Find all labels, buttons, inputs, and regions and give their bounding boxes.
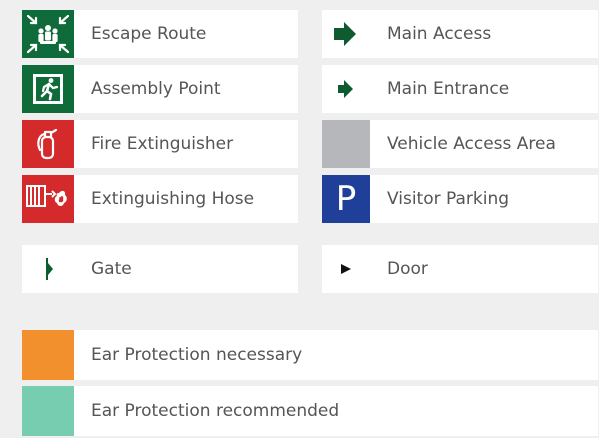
legend-item-visitor-parking: P Visitor Parking	[322, 175, 598, 223]
ear-protection-recommended-swatch	[22, 386, 74, 436]
legend-item-gate: Gate	[22, 245, 298, 293]
extinguishing-hose-label: Extinguishing Hose	[91, 189, 255, 209]
main-entrance-arrow-icon	[322, 65, 370, 113]
main-entrance-label: Main Entrance	[387, 79, 510, 99]
legend-item-door: Door	[322, 245, 598, 293]
legend-item-ear-protection-recommended: Ear Protection recommended	[22, 386, 598, 436]
escape-route-icon	[22, 10, 74, 58]
legend-item-escape-route: Escape Route	[22, 10, 298, 58]
fire-extinguisher-label: Fire Extinguisher	[91, 134, 234, 154]
gate-icon	[22, 245, 74, 293]
vehicle-access-area-label: Vehicle Access Area	[387, 134, 556, 154]
escape-route-label: Escape Route	[91, 24, 207, 44]
ear-protection-necessary-swatch	[22, 330, 74, 380]
main-access-label: Main Access	[387, 24, 492, 44]
ear-protection-recommended-label: Ear Protection recommended	[91, 401, 340, 421]
extinguishing-hose-icon	[22, 175, 74, 223]
parking-symbol: P	[335, 179, 357, 219]
ear-protection-necessary-label: Ear Protection necessary	[91, 345, 303, 365]
main-access-arrow-icon	[322, 10, 370, 58]
fire-extinguisher-icon	[22, 120, 74, 168]
door-label: Door	[387, 259, 428, 279]
vehicle-access-swatch	[322, 120, 370, 168]
legend-item-extinguishing-hose: Extinguishing Hose	[22, 175, 298, 223]
legend-item-main-entrance: Main Entrance	[322, 65, 598, 113]
parking-icon: P	[322, 175, 370, 223]
assembly-point-icon	[22, 65, 74, 113]
door-arrow-icon	[322, 245, 370, 293]
legend-item-assembly-point: Assembly Point	[22, 65, 298, 113]
legend-item-ear-protection-necessary: Ear Protection necessary	[22, 330, 598, 380]
legend-item-vehicle-access-area: Vehicle Access Area	[322, 120, 598, 168]
legend-item-main-access: Main Access	[322, 10, 598, 58]
gate-label: Gate	[91, 259, 132, 279]
assembly-point-label: Assembly Point	[91, 79, 221, 99]
visitor-parking-label: Visitor Parking	[387, 189, 510, 209]
legend-item-fire-extinguisher: Fire Extinguisher	[22, 120, 298, 168]
